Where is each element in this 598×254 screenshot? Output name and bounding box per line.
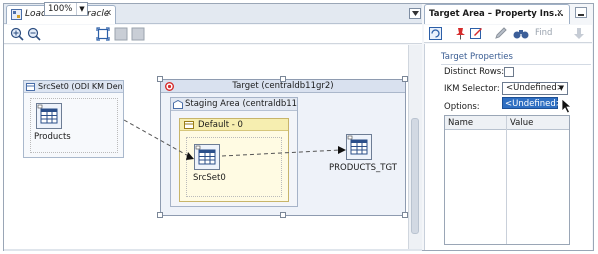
column-header-name: Name — [448, 118, 474, 128]
pin-icon[interactable] — [454, 27, 467, 40]
binoculars-icon[interactable] — [513, 27, 529, 40]
minimize-button[interactable] — [575, 7, 587, 18]
ikm-dropdown-option[interactable]: <Undefined> — [502, 97, 563, 109]
section-divider — [441, 64, 591, 65]
panel-close-button[interactable]: x — [557, 8, 562, 18]
find-next-icon[interactable] — [572, 27, 586, 40]
mouse-cursor-icon — [561, 98, 573, 114]
pencil-icon[interactable] — [494, 27, 507, 40]
distinct-rows-label: Distinct Rows: — [444, 67, 505, 77]
property-inspector-title: Target Area – Property Ins... — [429, 9, 564, 19]
ikm-selector-label: IKM Selector: — [444, 84, 500, 94]
ikm-selected-value: <Undefined> — [506, 83, 564, 93]
column-header-value: Value — [510, 118, 534, 128]
arrowhead-icon — [338, 146, 346, 154]
distinct-rows-checkbox[interactable] — [504, 67, 514, 77]
edit-icon[interactable] — [470, 27, 483, 40]
options-table[interactable]: Name Value — [444, 115, 570, 245]
editor-bottom-edge — [4, 249, 422, 251]
options-label: Options: — [444, 102, 480, 112]
options-table-header: Name Value — [445, 116, 569, 130]
chevron-down-icon: ▼ — [558, 84, 564, 92]
flow-arrow — [123, 119, 193, 159]
ikm-selector-select[interactable]: <Undefined> ▼ — [502, 82, 568, 95]
refresh-icon[interactable] — [429, 27, 442, 40]
arrowhead-icon — [186, 152, 194, 160]
minimize-icon — [578, 14, 584, 16]
flow-arrow — [221, 149, 341, 157]
section-title: Target Properties — [441, 52, 513, 62]
column-divider — [506, 116, 507, 244]
property-inspector-tab[interactable]: Target Area – Property Ins... x — [424, 4, 570, 24]
